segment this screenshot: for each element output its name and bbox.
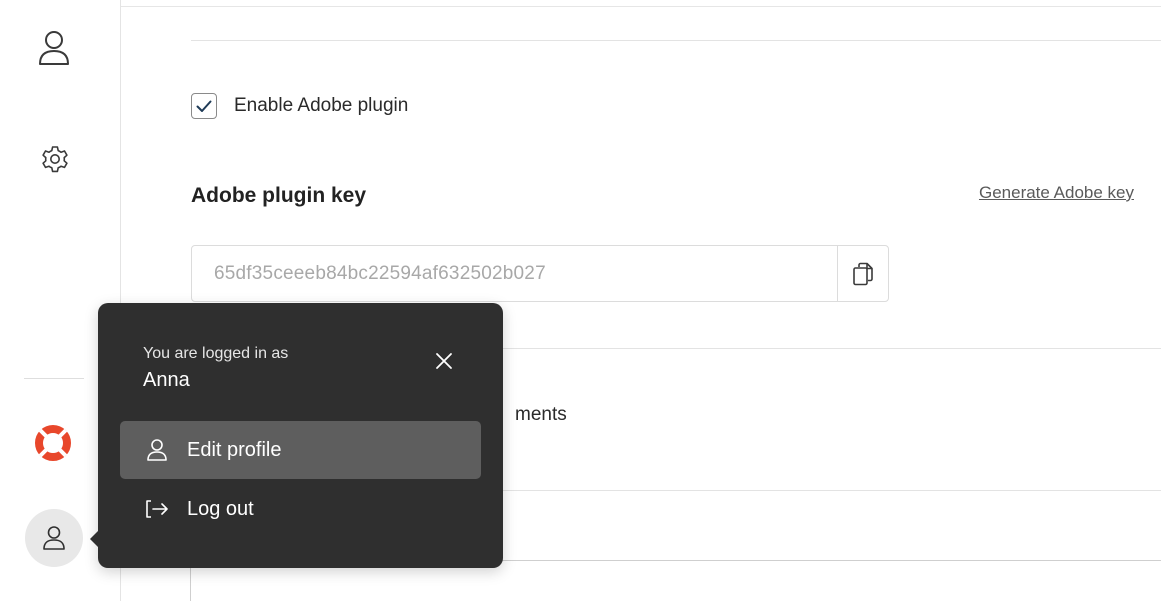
user-name: Anna [143,369,190,391]
plugin-key-field[interactable]: 65df35ceeeb84bc22594af632502b027 [191,245,889,302]
section-divider [480,490,1161,491]
section-divider [480,348,1161,349]
user-icon [39,31,69,65]
close-icon [436,353,452,369]
profile-nav-button[interactable] [34,28,74,68]
settings-nav-button[interactable] [38,143,72,177]
user-icon [144,437,170,463]
edit-profile-menu-item[interactable]: Edit profile [120,421,481,479]
enable-adobe-label: Enable Adobe plugin [234,95,409,116]
copy-key-button[interactable] [837,246,888,301]
logout-icon [144,496,170,522]
log-out-label: Log out [187,497,254,520]
app-root: Enable Adobe plugin Adobe plugin key Gen… [0,0,1161,601]
user-menu-popup: You are logged in as Anna Edit profile L… [90,303,503,568]
plugin-key-title: Adobe plugin key [191,184,367,207]
partial-setting-label: ments [515,404,567,425]
section-divider [191,40,1161,41]
checkmark-icon [196,100,212,112]
log-out-menu-item[interactable]: Log out [120,480,481,538]
generate-key-link[interactable]: Generate Adobe key [979,183,1134,203]
sidebar-divider [24,378,84,379]
account-button[interactable] [25,509,83,567]
logged-in-label: You are logged in as [143,345,289,362]
help-button[interactable] [34,424,72,462]
copy-icon [853,262,873,285]
plugin-key-value: 65df35ceeeb84bc22594af632502b027 [214,263,546,284]
user-icon [43,526,65,550]
enable-adobe-checkbox[interactable] [191,93,217,119]
gear-icon [42,146,68,173]
edit-profile-label: Edit profile [187,438,282,461]
top-divider [0,6,1161,7]
close-popup-button[interactable] [432,349,456,373]
lifebuoy-icon [35,425,71,461]
popup-pointer [90,531,98,547]
